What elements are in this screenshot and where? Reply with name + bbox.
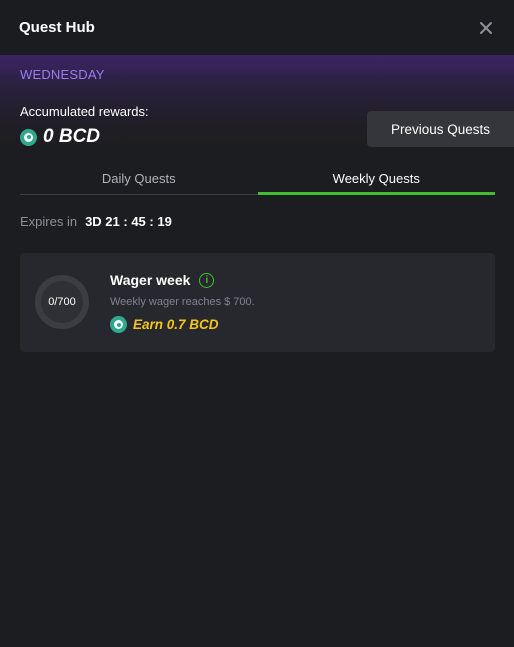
quest-card: 0/700 Wager week i Weekly wager reaches … <box>20 253 495 352</box>
close-icon[interactable] <box>478 20 494 36</box>
accumulated-rewards-value: 0 BCD <box>20 126 100 148</box>
expires-countdown: 3D 21 : 45 : 19 <box>85 214 172 229</box>
modal-header: Quest Hub <box>0 0 514 55</box>
quest-reward-text: Earn 0.7 BCD <box>133 317 219 332</box>
info-icon[interactable]: i <box>199 272 215 288</box>
quest-reward: Earn 0.7 BCD <box>110 316 219 333</box>
previous-quests-button[interactable]: Previous Quests <box>367 111 514 147</box>
accumulated-amount: 0 BCD <box>43 126 101 147</box>
bcd-coin-icon <box>20 128 37 146</box>
tab-weekly-quests[interactable]: Weekly Quests <box>257 167 496 195</box>
tab-daily-quests[interactable]: Daily Quests <box>20 167 258 194</box>
quest-name: Wager week <box>110 272 191 288</box>
bcd-coin-icon <box>110 316 127 333</box>
quest-tabs: Daily Quests Weekly Quests <box>20 167 495 195</box>
day-label: WEDNESDAY <box>20 67 105 82</box>
expires-label: Expires in <box>20 214 78 229</box>
quest-progress-text: 0/700 <box>48 296 76 308</box>
quest-description: Weekly wager reaches $ 700. <box>110 296 255 308</box>
expires-timer: Expires in 3D 21 : 45 : 19 <box>20 214 172 229</box>
modal-title: Quest Hub <box>19 19 95 36</box>
accumulated-rewards-label: Accumulated rewards: <box>20 104 149 119</box>
quest-hub-modal: Quest Hub WEDNESDAY Accumulated rewards:… <box>0 0 514 647</box>
quest-title: Wager week i <box>110 272 215 288</box>
